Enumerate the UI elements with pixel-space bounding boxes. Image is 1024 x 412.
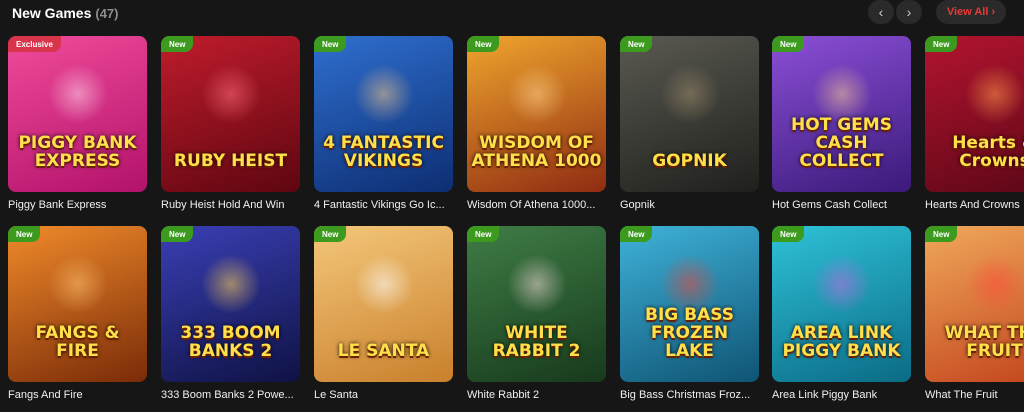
game-artwork — [354, 64, 414, 124]
game-logo: FANGS & FIRE — [35, 323, 120, 361]
game-badge: New — [467, 226, 500, 242]
game-card[interactable]: GOPNIK New Gopnik — [620, 36, 759, 211]
game-title[interactable]: Le Santa — [314, 389, 453, 401]
game-badge: New — [467, 36, 500, 52]
game-logo: GOPNIK — [652, 151, 727, 171]
game-card[interactable]: HOT GEMS CASH COLLECT New Hot Gems Cash Co… — [772, 36, 911, 211]
game-title[interactable]: White Rabbit 2 — [467, 389, 606, 401]
game-logo: RUBY HEIST — [173, 151, 288, 171]
game-card[interactable]: 333 BOOM BANKS 2 New 333 Boom Banks 2 Powe… — [161, 226, 300, 401]
chevron-right-icon: › — [906, 4, 912, 20]
game-artwork — [48, 254, 108, 314]
game-card[interactable]: PIGGY BANK EXPRESS Exclusive Piggy Bank Ex… — [8, 36, 147, 211]
game-title[interactable]: 333 Boom Banks 2 Powe... — [161, 389, 300, 401]
game-thumbnail[interactable]: AREA LINK PIGGY BANK New — [772, 226, 911, 382]
next-page-button[interactable]: › — [896, 0, 922, 24]
game-thumbnail[interactable]: Hearts & Crowns New — [925, 36, 1024, 192]
game-artwork — [507, 254, 567, 314]
game-thumbnail[interactable]: 4 FANTASTIC VIKINGS New — [314, 36, 453, 192]
game-thumbnail[interactable]: PIGGY BANK EXPRESS Exclusive — [8, 36, 147, 192]
game-title[interactable]: Piggy Bank Express — [8, 199, 147, 211]
game-card[interactable]: BIG BASS FROZEN LAKE New Big Bass Christma… — [620, 226, 759, 401]
game-thumbnail[interactable]: FANGS & FIRE New — [8, 226, 147, 382]
game-artwork — [660, 64, 720, 124]
game-artwork — [48, 64, 108, 124]
game-card[interactable]: FANGS & FIRE New Fangs And Fire — [8, 226, 147, 401]
game-thumbnail[interactable]: GOPNIK New — [620, 36, 759, 192]
game-logo: 333 BOOM BANKS 2 — [180, 323, 281, 361]
game-badge: New — [925, 226, 958, 242]
previous-page-button[interactable]: ‹ — [868, 0, 894, 24]
game-logo: HOT GEMS CASH COLLECT — [791, 115, 892, 171]
game-title[interactable]: 4 Fantastic Vikings Go Ic... — [314, 199, 453, 211]
game-card[interactable]: WISDOM OF ATHENA 1000 New Wisdom Of Athena… — [467, 36, 606, 211]
game-title[interactable]: Gopnik — [620, 199, 759, 211]
game-title[interactable]: Big Bass Christmas Froz... — [620, 389, 759, 401]
game-card[interactable]: WHITE RABBIT 2 New White Rabbit 2 — [467, 226, 606, 401]
game-badge: Exclusive — [8, 36, 61, 52]
game-card[interactable]: 4 FANTASTIC VIKINGS New 4 Fantastic Viking… — [314, 36, 453, 211]
game-logo: Hearts & Crowns — [952, 133, 1024, 171]
game-badge: New — [772, 226, 805, 242]
chevron-left-icon: ‹ — [878, 4, 884, 20]
game-artwork — [965, 64, 1024, 124]
game-logo: WHITE RABBIT 2 — [492, 323, 581, 361]
game-thumbnail[interactable]: RUBY HEIST New — [161, 36, 300, 192]
game-badge: New — [772, 36, 805, 52]
game-artwork — [354, 254, 414, 314]
game-artwork — [812, 254, 872, 314]
game-logo: BIG BASS FROZEN LAKE — [645, 305, 734, 361]
game-logo: WHAT THE FRUIT — [944, 323, 1024, 361]
section-title: New Games — [12, 5, 92, 21]
game-thumbnail[interactable]: LE SANTA New — [314, 226, 453, 382]
game-title[interactable]: What The Fruit — [925, 389, 1024, 401]
game-card[interactable]: Hearts & Crowns New Hearts And Crowns — [925, 36, 1024, 211]
game-logo: AREA LINK PIGGY BANK — [782, 323, 901, 361]
game-thumbnail[interactable]: HOT GEMS CASH COLLECT New — [772, 36, 911, 192]
game-artwork — [201, 254, 261, 314]
game-thumbnail[interactable]: 333 BOOM BANKS 2 New — [161, 226, 300, 382]
game-card[interactable]: LE SANTA New Le Santa — [314, 226, 453, 401]
game-title[interactable]: Ruby Heist Hold And Win — [161, 199, 300, 211]
game-logo: PIGGY BANK EXPRESS — [18, 133, 137, 171]
game-artwork — [965, 254, 1024, 314]
game-title[interactable]: Hearts And Crowns — [925, 199, 1024, 211]
game-thumbnail[interactable]: WISDOM OF ATHENA 1000 New — [467, 36, 606, 192]
game-logo: 4 FANTASTIC VIKINGS — [323, 133, 444, 171]
game-logo: WISDOM OF ATHENA 1000 — [471, 133, 602, 171]
view-all-link[interactable]: View All › — [936, 0, 1006, 24]
game-card[interactable]: WHAT THE FRUIT New What The Fruit — [925, 226, 1024, 401]
game-thumbnail[interactable]: WHITE RABBIT 2 New — [467, 226, 606, 382]
game-artwork — [201, 64, 261, 124]
game-card[interactable]: RUBY HEIST New Ruby Heist Hold And Win — [161, 36, 300, 211]
game-artwork — [507, 64, 567, 124]
game-logo: LE SANTA — [337, 341, 430, 361]
game-badge: New — [620, 36, 653, 52]
game-badge: New — [620, 226, 653, 242]
game-badge: New — [161, 36, 194, 52]
game-title[interactable]: Wisdom Of Athena 1000... — [467, 199, 606, 211]
game-title[interactable]: Fangs And Fire — [8, 389, 147, 401]
game-badge: New — [925, 36, 958, 52]
game-badge: New — [314, 36, 347, 52]
game-badge: New — [8, 226, 41, 242]
game-thumbnail[interactable]: WHAT THE FRUIT New — [925, 226, 1024, 382]
game-badge: New — [314, 226, 347, 242]
games-count: (47) — [95, 5, 119, 21]
game-title[interactable]: Hot Gems Cash Collect — [772, 199, 911, 211]
game-title[interactable]: Area Link Piggy Bank — [772, 389, 911, 401]
game-card[interactable]: AREA LINK PIGGY BANK New Area Link Piggy B… — [772, 226, 911, 401]
game-thumbnail[interactable]: BIG BASS FROZEN LAKE New — [620, 226, 759, 382]
game-badge: New — [161, 226, 194, 242]
